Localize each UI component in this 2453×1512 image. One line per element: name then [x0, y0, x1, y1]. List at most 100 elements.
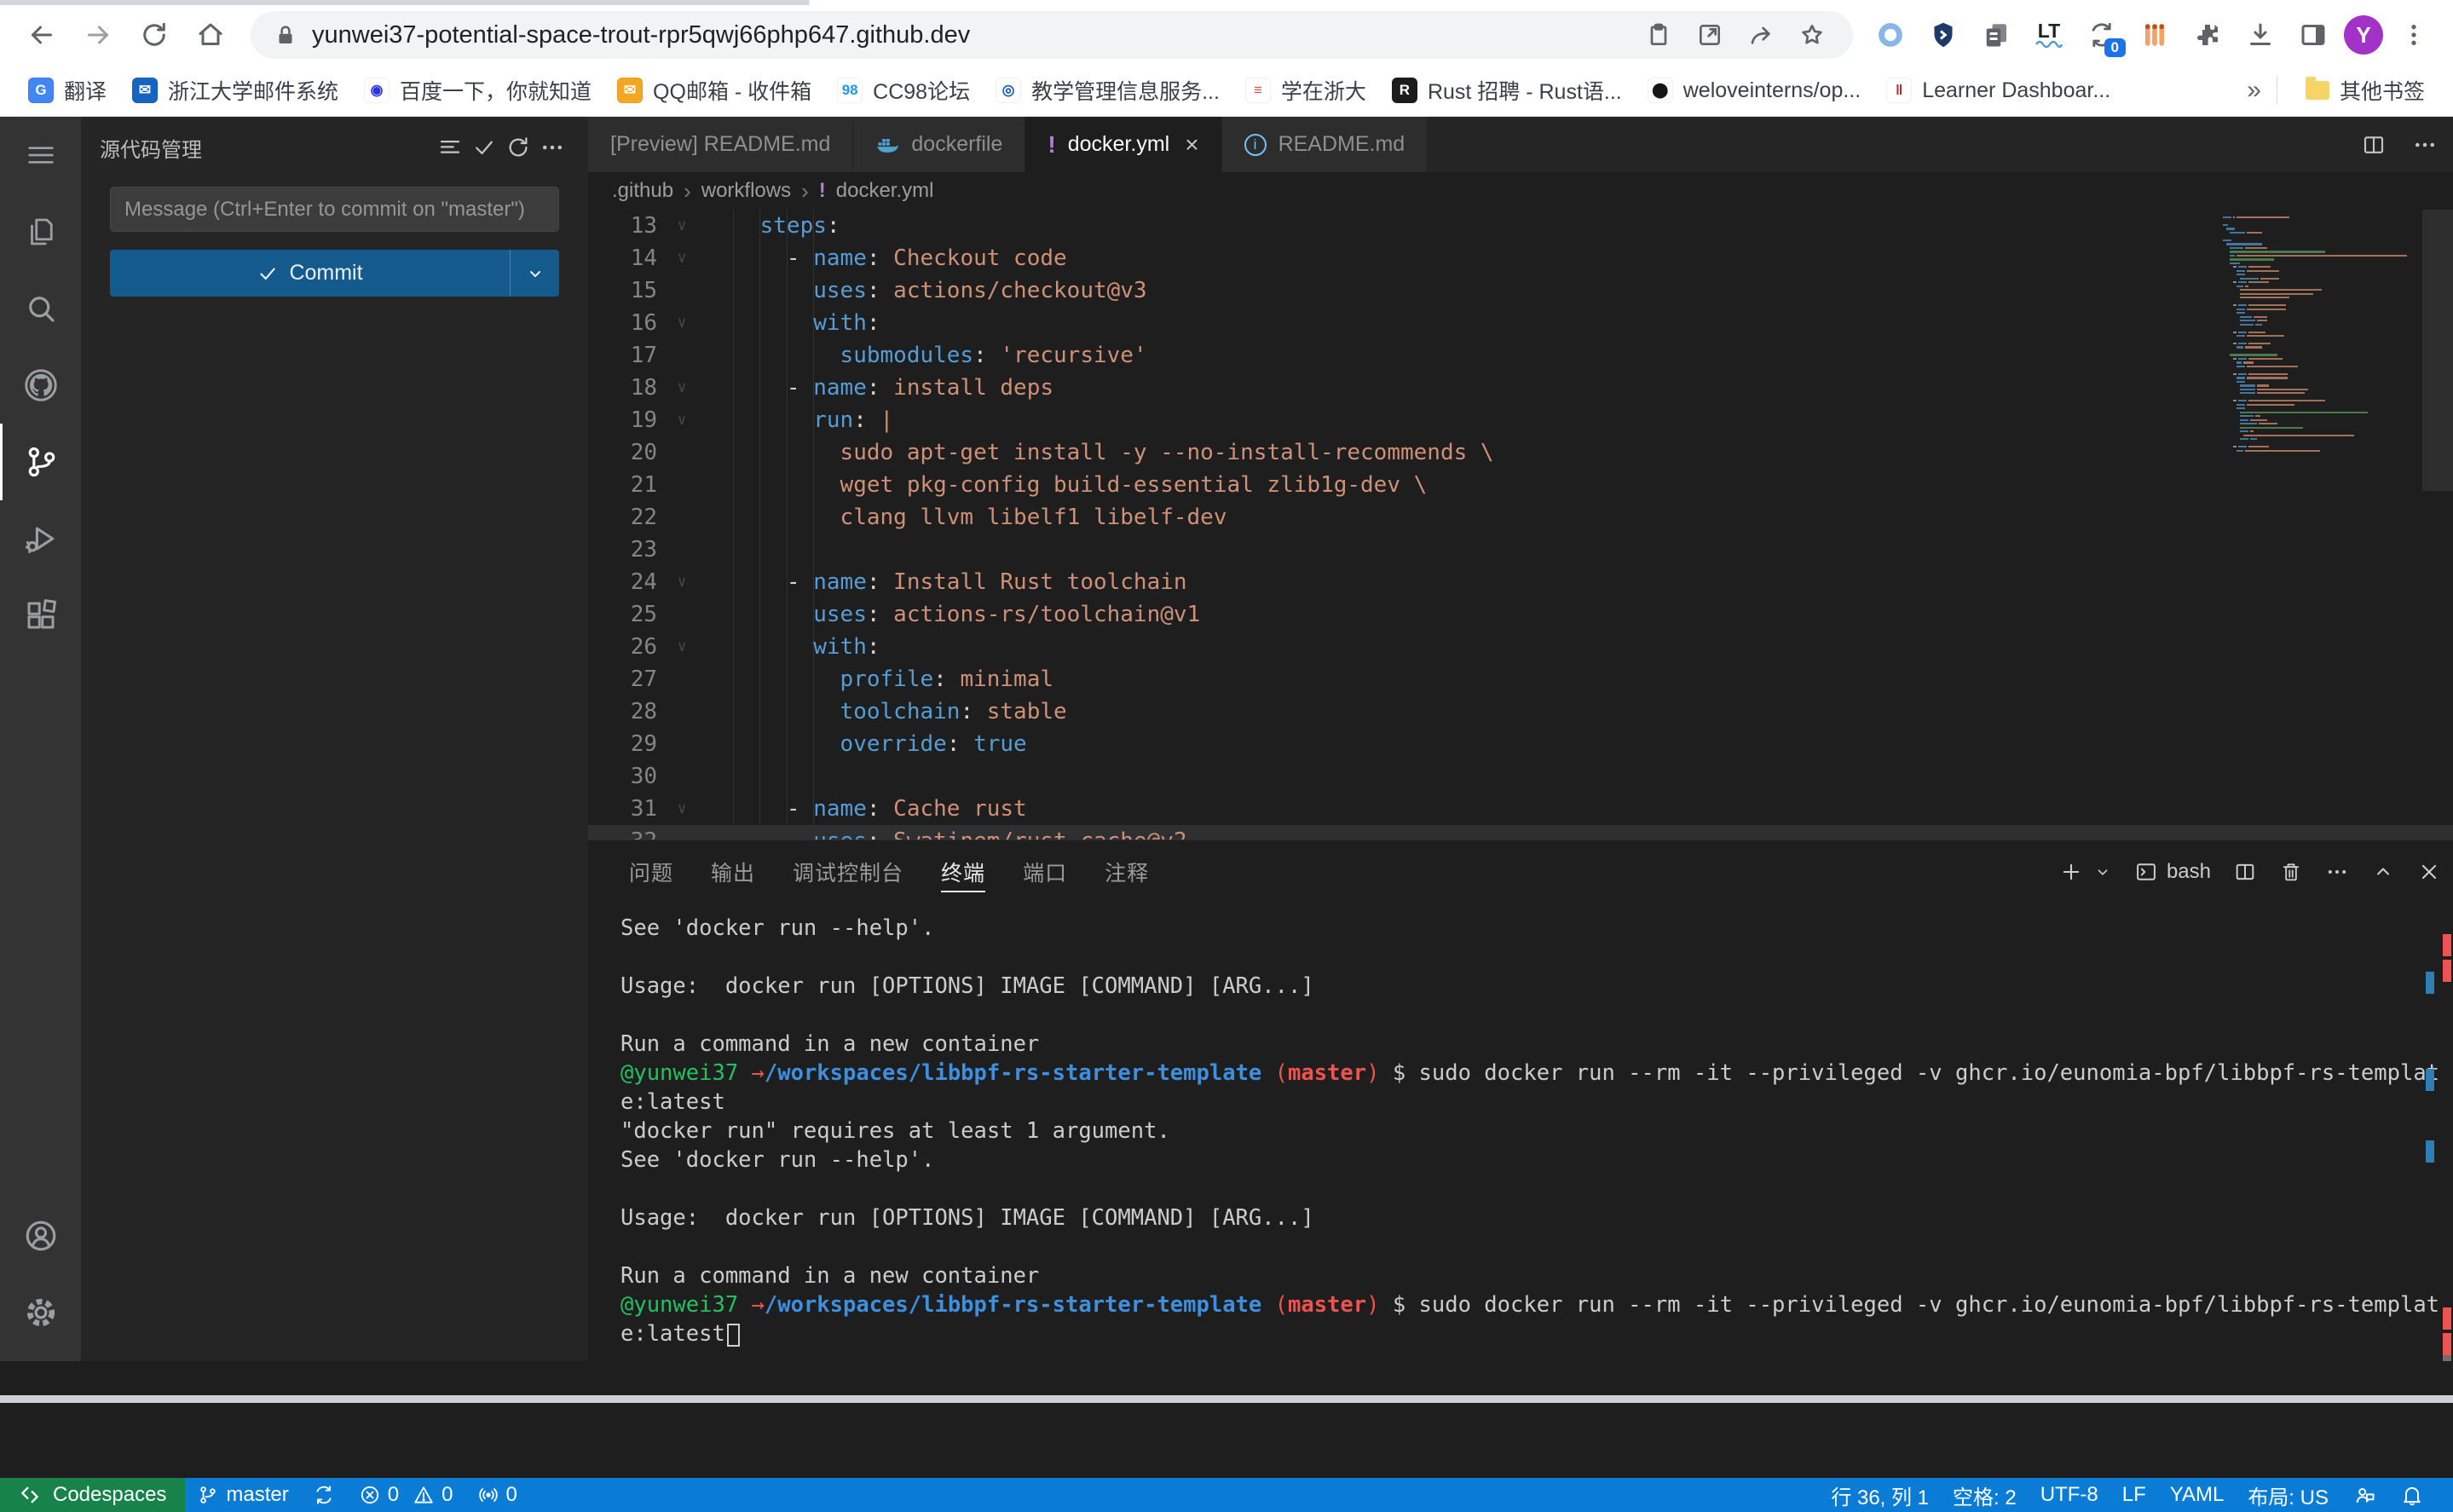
bookmarks-overflow-icon[interactable]: »	[2247, 76, 2261, 105]
bookmark-item[interactable]: ⬤weloveinterns/op...	[1635, 71, 1873, 110]
languagetool-extension-icon[interactable]: LT	[2027, 13, 2071, 57]
code-line[interactable]: 19∨ run: |	[588, 404, 2453, 436]
panel-tab[interactable]: 问题	[610, 840, 692, 903]
code-line[interactable]: 24∨ - name: Install Rust toolchain	[588, 566, 2453, 598]
status-ports[interactable]: 0	[465, 1483, 529, 1507]
status-cursor-position[interactable]: 行 36, 列 1	[1819, 1480, 1941, 1510]
new-terminal-icon[interactable]	[2059, 860, 2083, 884]
account-icon[interactable]	[0, 1197, 81, 1274]
status-problems[interactable]: 0 0	[347, 1483, 465, 1507]
status-indentation[interactable]: 空格: 2	[1941, 1480, 2029, 1510]
feedback-icon[interactable]	[2340, 1483, 2388, 1507]
minimap[interactable]	[2223, 216, 2415, 453]
refresh-icon[interactable]	[501, 130, 535, 164]
sync-extension-icon[interactable]: 0	[2080, 13, 2124, 57]
code-line[interactable]: 23	[588, 534, 2453, 566]
editor-tab[interactable]: [Preview] README.md	[588, 117, 853, 172]
bookmark-item[interactable]: ≡学在浙大	[1232, 71, 1379, 110]
run-debug-icon[interactable]	[0, 500, 81, 577]
status-sync[interactable]	[301, 1484, 347, 1506]
address-bar[interactable]: yunwei37-potential-space-trout-rpr5qwj66…	[251, 11, 1853, 59]
terminal-instance-item[interactable]: bash	[2134, 860, 2211, 884]
home-icon[interactable]	[186, 10, 235, 60]
code-line[interactable]: 22 clang llvm libelf1 libelf-dev	[588, 501, 2453, 534]
back-icon[interactable]	[17, 10, 66, 60]
panel-tab[interactable]: 端口	[1004, 840, 1086, 903]
status-eol[interactable]: LF	[2110, 1483, 2158, 1507]
kill-terminal-icon[interactable]	[2279, 860, 2303, 884]
terminal-output[interactable]: See 'docker run --help'.Usage: docker ru…	[620, 914, 2438, 1354]
status-branch[interactable]: master	[185, 1483, 300, 1507]
commit-check-icon[interactable]	[467, 130, 501, 164]
commit-dropdown-chevron[interactable]	[510, 250, 559, 297]
editor-tab[interactable]: !docker.yml×	[1025, 117, 1221, 172]
commit-message-input[interactable]: Message (Ctrl+Enter to commit on "master…	[110, 187, 559, 232]
status-keyboard-layout[interactable]: 布局: US	[2236, 1480, 2340, 1510]
close-icon[interactable]: ×	[1185, 131, 1198, 159]
code-line[interactable]: 30	[588, 760, 2453, 793]
code-line[interactable]: 31∨ - name: Cache rust	[588, 793, 2453, 825]
more-actions-icon[interactable]	[535, 130, 569, 164]
maximize-panel-icon[interactable]	[2371, 860, 2395, 884]
clipboard-icon[interactable]	[1640, 16, 1677, 54]
commit-button[interactable]: Commit	[110, 250, 559, 297]
bookmark-item[interactable]: ‖Learner Dashboar...	[1873, 71, 2123, 110]
bookmark-item[interactable]: ✉QQ邮箱 - 收件箱	[604, 71, 824, 110]
split-terminal-icon[interactable]	[2233, 860, 2257, 884]
status-language-mode[interactable]: YAML	[2158, 1483, 2237, 1507]
browser-menu-icon[interactable]	[2392, 13, 2436, 57]
bookmark-item[interactable]: 98CC98论坛	[824, 71, 983, 110]
code-line[interactable]: 28 toolchain: stable	[588, 695, 2453, 728]
breadcrumb[interactable]: .github › workflows › ! docker.yml	[588, 172, 2453, 210]
bookmark-item[interactable]: ◉百度一下，你就知道	[351, 71, 604, 110]
code-line[interactable]: 27 profile: minimal	[588, 663, 2453, 695]
explorer-icon[interactable]	[0, 193, 81, 270]
status-remote-indicator[interactable]: Codespaces	[0, 1478, 185, 1512]
panel-tab[interactable]: 输出	[692, 840, 774, 903]
search-icon[interactable]	[0, 270, 81, 347]
editor-more-actions-icon[interactable]	[2412, 132, 2438, 158]
sidebar-toggle-icon[interactable]	[2291, 13, 2335, 57]
breadcrumb-file[interactable]: docker.yml	[836, 179, 934, 203]
open-in-window-icon[interactable]	[1691, 16, 1729, 54]
github-icon[interactable]	[0, 347, 81, 424]
extensions-icon[interactable]	[0, 577, 81, 654]
bookmark-item[interactable]: ◎教学管理信息服务...	[983, 71, 1232, 110]
code-line[interactable]: 17 submodules: 'recursive'	[588, 339, 2453, 372]
editor-scrollbar[interactable]	[2422, 210, 2453, 491]
split-editor-icon[interactable]	[2361, 132, 2387, 158]
highlighter-extension-icon[interactable]	[2133, 13, 2177, 57]
code-line[interactable]: 21 wget pkg-config build-essential zlib1…	[588, 469, 2453, 501]
extensions-puzzle-icon[interactable]	[2185, 13, 2230, 57]
shield-extension-icon[interactable]	[1921, 13, 1965, 57]
bookmark-star-icon[interactable]	[1793, 16, 1831, 54]
code-line[interactable]: 25 uses: actions-rs/toolchain@v1	[588, 598, 2453, 631]
bookmark-item[interactable]: RRust 招聘 - Rust语...	[1379, 71, 1635, 110]
bookmark-item[interactable]: G翻译	[15, 71, 119, 110]
orb-extension-icon[interactable]	[1868, 13, 1913, 57]
profile-avatar[interactable]: Y	[2344, 15, 2383, 55]
url-text[interactable]: yunwei37-potential-space-trout-rpr5qwj66…	[312, 21, 1626, 49]
settings-gear-icon[interactable]	[0, 1274, 81, 1351]
panel-tab[interactable]: 调试控制台	[774, 840, 922, 903]
notifications-bell-icon[interactable]	[2388, 1483, 2436, 1507]
other-bookmarks-folder[interactable]: 其他书签	[2293, 71, 2438, 110]
code-line[interactable]: 13∨ steps:	[588, 210, 2453, 242]
code-line[interactable]: 29 override: true	[588, 728, 2453, 760]
bookmark-item[interactable]: ✉浙江大学邮件系统	[119, 71, 351, 110]
code-line[interactable]: 16∨ with:	[588, 307, 2453, 339]
breadcrumb-folder[interactable]: workflows	[701, 179, 791, 203]
menu-icon[interactable]	[0, 117, 81, 193]
code-line[interactable]: 32 uses: Swatinem/rust-cache@v2	[588, 825, 2453, 840]
reload-icon[interactable]	[130, 10, 179, 60]
new-terminal-dropdown-icon[interactable]	[2093, 863, 2112, 881]
code-editor[interactable]: 13∨ steps:14∨ - name: Checkout code15 us…	[588, 210, 2453, 840]
code-line[interactable]: 26∨ with:	[588, 631, 2453, 663]
close-panel-icon[interactable]	[2417, 860, 2441, 884]
status-encoding[interactable]: UTF-8	[2029, 1483, 2110, 1507]
copy-extension-icon[interactable]	[1974, 13, 2018, 57]
editor-tab[interactable]: iREADME.md	[1222, 117, 1429, 172]
source-control-icon[interactable]	[0, 424, 81, 500]
code-line[interactable]: 18∨ - name: install deps	[588, 372, 2453, 404]
breadcrumb-folder[interactable]: .github	[612, 179, 673, 203]
